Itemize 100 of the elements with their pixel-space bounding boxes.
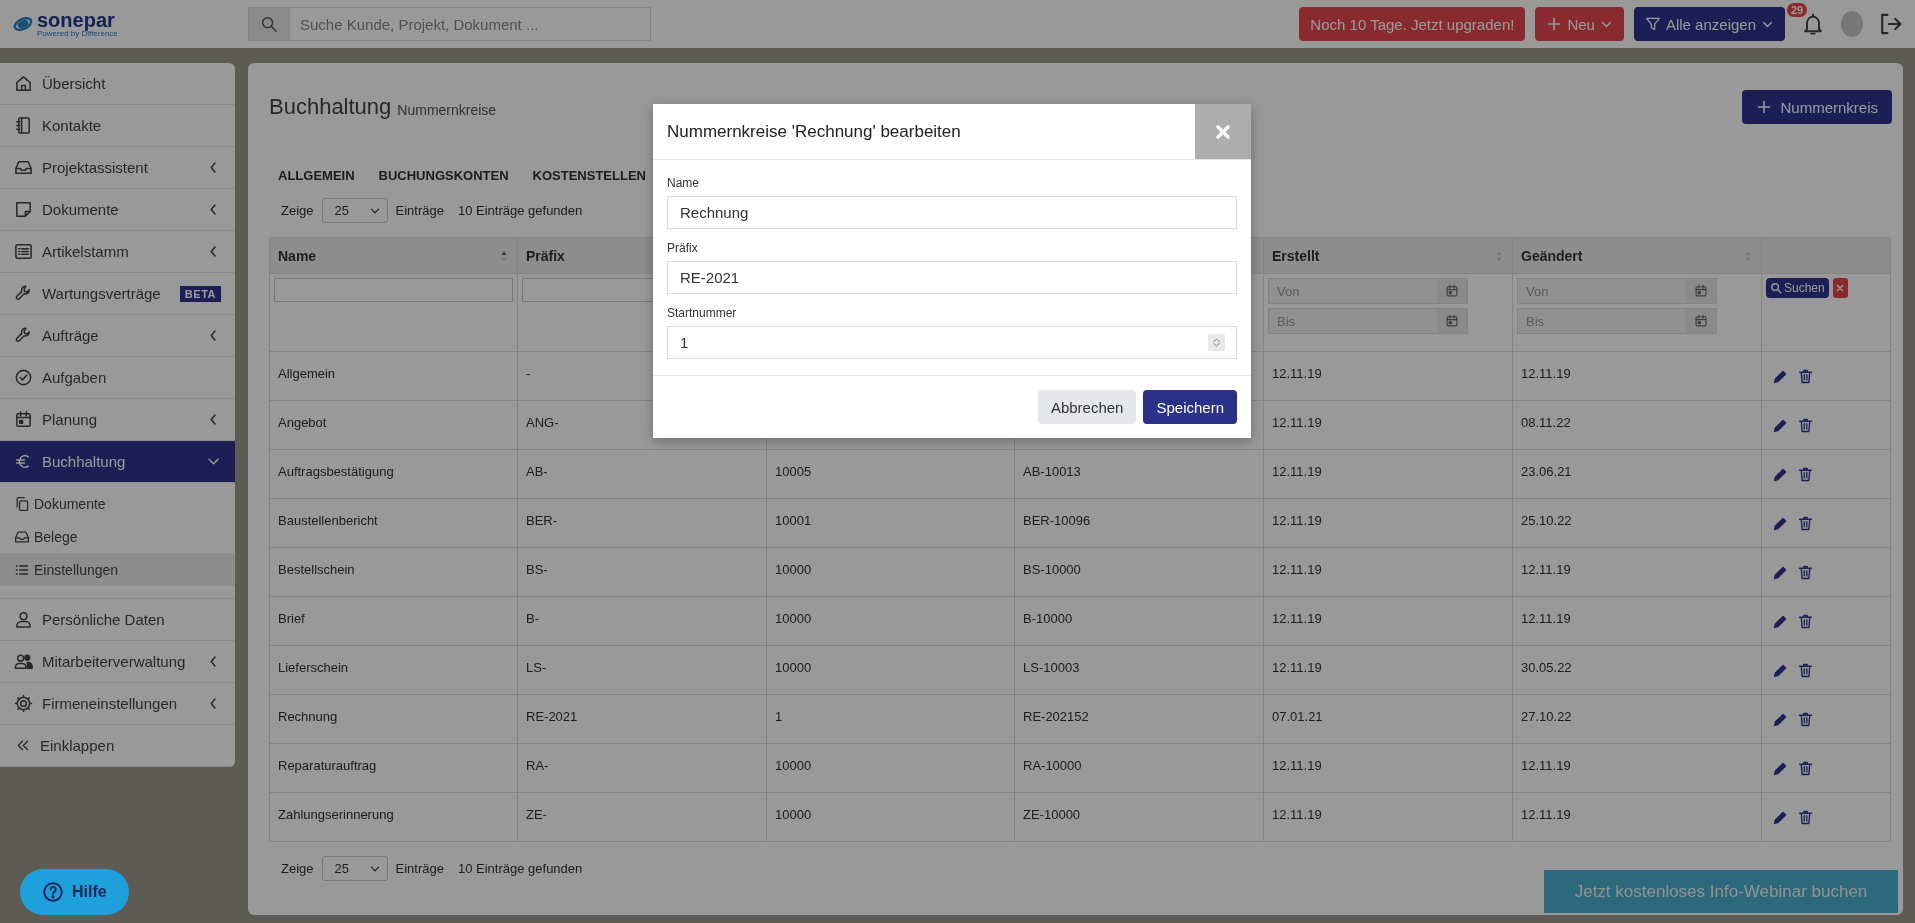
wrench-icon (14, 284, 33, 303)
table-cell: 27.10.22 (1512, 694, 1762, 744)
entries-info: 10 Einträge gefunden (457, 203, 583, 218)
sidebar-item[interactable]: Buchhaltung (0, 441, 235, 483)
table-cell: 08.11.22 (1512, 400, 1762, 450)
trash-icon[interactable] (1797, 661, 1814, 679)
table-cell: 12.11.19 (1263, 400, 1513, 450)
table-cell: AB-10013 (1014, 449, 1264, 499)
length-label: Zeige (281, 861, 314, 876)
table-cell: BS-10000 (1014, 547, 1264, 597)
cancel-button[interactable]: Abbrechen (1037, 390, 1137, 424)
save-button[interactable]: Speichern (1143, 390, 1237, 424)
table-cell: 12.11.19 (1263, 743, 1513, 793)
table-cell: 10000 (766, 596, 1015, 646)
sidebar-item[interactable]: Übersicht (0, 63, 235, 105)
table-cell: Reparaturauftrag (269, 743, 518, 793)
calendar-icon (1694, 284, 1708, 298)
collapse-button[interactable]: Einklappen (0, 725, 235, 767)
column-header[interactable]: Geändert (1512, 237, 1762, 274)
table-cell: RE-2021 (517, 694, 767, 744)
submenu-item[interactable]: Belege (0, 520, 235, 553)
trash-icon[interactable] (1797, 514, 1814, 532)
trash-icon[interactable] (1797, 563, 1814, 581)
page-length-select[interactable]: 25 (321, 856, 388, 881)
filter-field[interactable] (274, 278, 513, 302)
sidebar-item[interactable]: Persönliche Daten (0, 599, 235, 641)
sidebar-item[interactable]: Aufgaben (0, 357, 235, 399)
table-cell: Rechnung (269, 694, 518, 744)
number-field[interactable]: 1 (667, 326, 1237, 359)
page-length-select[interactable]: 25 (321, 198, 388, 223)
table-cell: 12.11.19 (1263, 498, 1513, 548)
person-icon (14, 610, 33, 629)
table-cell: 10000 (766, 743, 1015, 793)
close-icon (1835, 283, 1846, 293)
search-button[interactable]: Suchen (1766, 278, 1829, 298)
list-icon (14, 242, 33, 261)
search-icon (1770, 282, 1782, 294)
trash-icon[interactable] (1797, 465, 1814, 483)
sidebar-item[interactable]: Mitarbeiterverwaltung (0, 641, 235, 683)
dialog-title: Nummernkreise 'Rechnung' bearbeiten (666, 121, 962, 142)
table-cell: B- (517, 596, 767, 646)
clear-filter-button[interactable] (1832, 278, 1848, 298)
table-cell: 12.11.19 (1263, 351, 1513, 401)
upgrade-button[interactable]: Noch 10 Tage. Jetzt upgraden! (1299, 7, 1526, 41)
sidebar-item[interactable]: Firmeneinstellungen (0, 683, 235, 725)
table-cell: LS- (517, 645, 767, 695)
table-cell: 10001 (766, 498, 1015, 548)
sidebar-item[interactable]: Artikelstamm (0, 231, 235, 273)
add-number-range-button[interactable]: Nummernkreis (1742, 90, 1892, 124)
trash-icon[interactable] (1797, 416, 1814, 434)
page-title: Buchhaltung (269, 94, 392, 120)
table-cell: 25.10.22 (1512, 498, 1762, 548)
trash-icon[interactable] (1797, 759, 1814, 777)
trash-icon[interactable] (1797, 612, 1814, 630)
table-cell: 12.11.19 (1263, 645, 1513, 695)
trash-icon[interactable] (1797, 710, 1814, 728)
beta-badge: BETA (179, 285, 221, 302)
column-header[interactable]: Name (269, 237, 518, 274)
length-label: Zeige (281, 203, 314, 218)
input-field[interactable]: Rechnung (667, 196, 1237, 229)
sidebar-item[interactable]: Projektassistent (0, 147, 235, 189)
table-cell: 12.11.19 (1263, 596, 1513, 646)
table-cell: Brief (269, 596, 518, 646)
table-cell: B-10000 (1014, 596, 1264, 646)
table-cell: 12.11.19 (1512, 596, 1762, 646)
table-cell: 12.11.19 (1512, 743, 1762, 793)
trash-icon[interactable] (1797, 367, 1814, 385)
table-cell: 12.11.19 (1263, 449, 1513, 499)
trash-icon[interactable] (1797, 808, 1814, 826)
length-unit: Einträge (395, 861, 444, 876)
sidebar-item[interactable]: Dokumente (0, 189, 235, 231)
sidebar-item[interactable]: Kontakte (0, 105, 235, 147)
table-cell: 10000 (766, 792, 1015, 842)
search-field[interactable]: Suche Kunde, Projekt, Dokument ... (290, 7, 651, 41)
copy-icon (14, 495, 30, 512)
table-cell: 12.11.19 (1512, 351, 1762, 401)
input-field[interactable]: RE-2021 (667, 261, 1237, 294)
calendar-icon (1445, 314, 1459, 328)
table-cell: Zahlungserinnerung (269, 792, 518, 842)
sidebar-item[interactable]: Aufträge (0, 315, 235, 357)
column-header[interactable]: Erstellt (1263, 237, 1513, 274)
search-button[interactable] (248, 7, 290, 41)
filter-button[interactable]: Alle anzeigen (1633, 7, 1785, 41)
bell-icon[interactable] (1801, 12, 1825, 36)
submenu-item[interactable]: Einstellungen (0, 553, 235, 586)
field-label: Startnummer (667, 306, 738, 320)
filter-icon (1644, 16, 1661, 32)
table-cell: BER- (517, 498, 767, 548)
table-cell: 10000 (766, 547, 1015, 597)
tab[interactable]: ALLGEMEIN (278, 168, 355, 188)
question-circle-icon (42, 881, 64, 903)
sidebar-item[interactable]: Wartungsverträge BETA (0, 273, 235, 315)
logo-tagline: Powered by Difference (37, 30, 118, 38)
tab[interactable]: BUCHUNGSKONTEN (378, 168, 509, 188)
help-button[interactable]: Hilfe (20, 869, 129, 915)
tab[interactable]: KOSTENSTELLEN (532, 168, 646, 188)
submenu-item[interactable]: Dokumente (0, 487, 235, 520)
table-cell: 30.05.22 (1512, 645, 1762, 695)
search-icon (260, 15, 278, 33)
new-button[interactable]: Neu (1535, 7, 1624, 41)
